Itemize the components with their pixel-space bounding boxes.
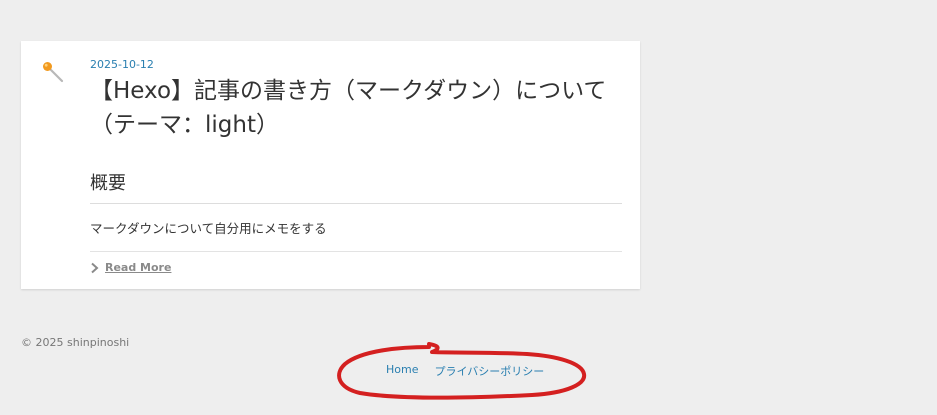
footer-link-home[interactable]: Home xyxy=(386,363,418,379)
footer-nav: Home プライバシーポリシー xyxy=(386,363,544,379)
post-date-link[interactable]: 2025-10-12 xyxy=(90,58,154,71)
divider xyxy=(90,251,622,252)
post-card: 2025-10-12 【Hexo】記事の書き方（マークダウン）について（テーマ：… xyxy=(21,41,640,289)
pushpin-icon xyxy=(43,62,64,83)
copyright-text: © 2025 shinpinoshi xyxy=(21,336,130,349)
post-excerpt: マークダウンについて自分用にメモをする xyxy=(90,221,327,236)
read-more-label: Read More xyxy=(105,261,172,274)
footer-link-privacy-policy[interactable]: プライバシーポリシー xyxy=(434,363,544,379)
divider xyxy=(90,203,622,204)
post-title[interactable]: 【Hexo】記事の書き方（マークダウン）について（テーマ：light） xyxy=(90,74,630,142)
section-heading: 概要 xyxy=(90,173,126,194)
read-more-link[interactable]: Read More xyxy=(90,261,171,274)
chevron-right-icon xyxy=(91,262,99,273)
